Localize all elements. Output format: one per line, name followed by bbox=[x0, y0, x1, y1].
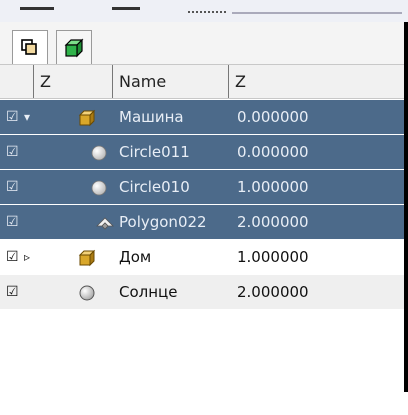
table-row[interactable]: ☑ ▹ Дом 1.000000 bbox=[0, 240, 404, 275]
header-label: Name bbox=[119, 72, 167, 91]
visibility-checkbox[interactable]: ☑ bbox=[6, 275, 20, 309]
layer-z-value: 0.000000 bbox=[237, 108, 309, 126]
table-row[interactable]: ☑ Polygon022 2.000000 bbox=[0, 205, 404, 240]
toolbar-fragment bbox=[20, 7, 54, 10]
layer-z-value: 1.000000 bbox=[237, 178, 309, 196]
table-row[interactable]: ☑ ▾ Машина 0.000000 bbox=[0, 100, 404, 135]
header-spacer bbox=[0, 65, 34, 98]
visibility-checkbox[interactable]: ☑ bbox=[6, 135, 20, 169]
layers-icon bbox=[21, 38, 37, 55]
header-z[interactable]: Z bbox=[229, 65, 404, 98]
layer-name: Дом bbox=[119, 248, 152, 266]
table-row[interactable]: ☑ Circle010 1.000000 bbox=[0, 170, 404, 205]
table-row[interactable]: ☑ Солнце 2.000000 bbox=[0, 275, 404, 310]
layer-z-value: 2.000000 bbox=[237, 213, 309, 231]
layer-z-value: 0.000000 bbox=[237, 143, 309, 161]
visibility-checkbox[interactable]: ☑ bbox=[6, 100, 20, 134]
visibility-checkbox[interactable]: ☑ bbox=[6, 170, 20, 204]
panel-right-border bbox=[404, 22, 408, 392]
top-toolbar-strip bbox=[0, 0, 408, 22]
collapse-arrow-icon[interactable]: ▹ bbox=[24, 240, 30, 274]
toolbar-fragment bbox=[232, 12, 402, 14]
polygon-icon bbox=[96, 217, 114, 230]
table-header: Z Name Z bbox=[0, 64, 404, 99]
expand-arrow-icon[interactable]: ▾ bbox=[24, 100, 30, 134]
group-box-icon bbox=[78, 109, 96, 127]
layers-tab[interactable] bbox=[12, 30, 48, 64]
table-row[interactable]: ☑ Circle011 0.000000 bbox=[0, 135, 404, 170]
header-label: Z bbox=[235, 72, 246, 91]
objects-tab[interactable] bbox=[56, 30, 92, 64]
layer-list: ☑ ▾ Машина 0.000000 ☑ Circle011 0.000000… bbox=[0, 100, 404, 310]
layer-z-value: 2.000000 bbox=[237, 283, 309, 301]
visibility-checkbox[interactable]: ☑ bbox=[6, 205, 20, 239]
toolbar-fragment bbox=[112, 7, 140, 10]
layer-name: Polygon022 bbox=[119, 213, 207, 231]
sphere-icon bbox=[91, 180, 107, 196]
header-z-sort[interactable]: Z bbox=[34, 65, 113, 98]
list-empty-area bbox=[0, 310, 404, 390]
layer-name: Машина bbox=[119, 108, 184, 126]
panel-tabs bbox=[0, 22, 404, 64]
sphere-icon bbox=[79, 285, 95, 301]
layer-z-value: 1.000000 bbox=[237, 248, 309, 266]
layer-name: Солнце bbox=[119, 283, 178, 301]
layer-name: Circle011 bbox=[119, 143, 190, 161]
cube-icon bbox=[64, 38, 84, 57]
visibility-checkbox[interactable]: ☑ bbox=[6, 240, 20, 274]
group-box-icon bbox=[78, 249, 96, 267]
layer-name: Circle010 bbox=[119, 178, 190, 196]
sphere-icon bbox=[91, 145, 107, 161]
toolbar-fragment bbox=[188, 11, 228, 13]
header-label: Z bbox=[40, 72, 51, 91]
header-name[interactable]: Name bbox=[113, 65, 229, 98]
